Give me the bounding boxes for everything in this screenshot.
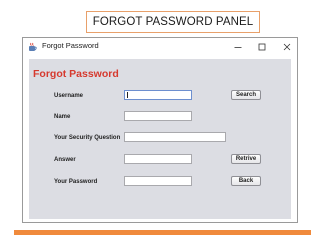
security-question-label: Your Security Question: [54, 135, 121, 141]
window-title: Forgot Password: [42, 41, 99, 50]
name-label: Name: [54, 114, 71, 120]
username-field[interactable]: [124, 90, 192, 100]
close-icon: [283, 43, 291, 51]
maximize-button[interactable]: [254, 40, 270, 54]
close-button[interactable]: [279, 40, 295, 54]
retrieve-button[interactable]: Retrive: [231, 154, 261, 164]
window-titlebar[interactable]: Forgot Password: [23, 38, 297, 57]
minimize-icon: [234, 47, 242, 48]
forgot-password-window: Forgot Password Forgot Password Username…: [22, 37, 298, 223]
maximize-icon: [258, 43, 266, 51]
text-caret: [127, 92, 128, 98]
password-label: Your Password: [54, 179, 98, 185]
search-button[interactable]: Search: [231, 90, 261, 100]
answer-label: Answer: [54, 157, 76, 163]
answer-field[interactable]: [124, 154, 192, 164]
java-cup-icon: [29, 42, 37, 51]
form-panel: Forgot Password Username Search Name You…: [29, 59, 291, 219]
password-field[interactable]: [124, 176, 192, 186]
security-question-field[interactable]: [124, 132, 226, 142]
minimize-button[interactable]: [230, 40, 246, 54]
form-heading: Forgot Password: [33, 68, 119, 80]
slide-title: FORGOT PASSWORD PANEL: [86, 11, 260, 33]
back-button[interactable]: Back: [231, 176, 261, 186]
slide-accent-bar: [14, 230, 311, 235]
username-label: Username: [54, 93, 84, 99]
name-field[interactable]: [124, 111, 192, 121]
